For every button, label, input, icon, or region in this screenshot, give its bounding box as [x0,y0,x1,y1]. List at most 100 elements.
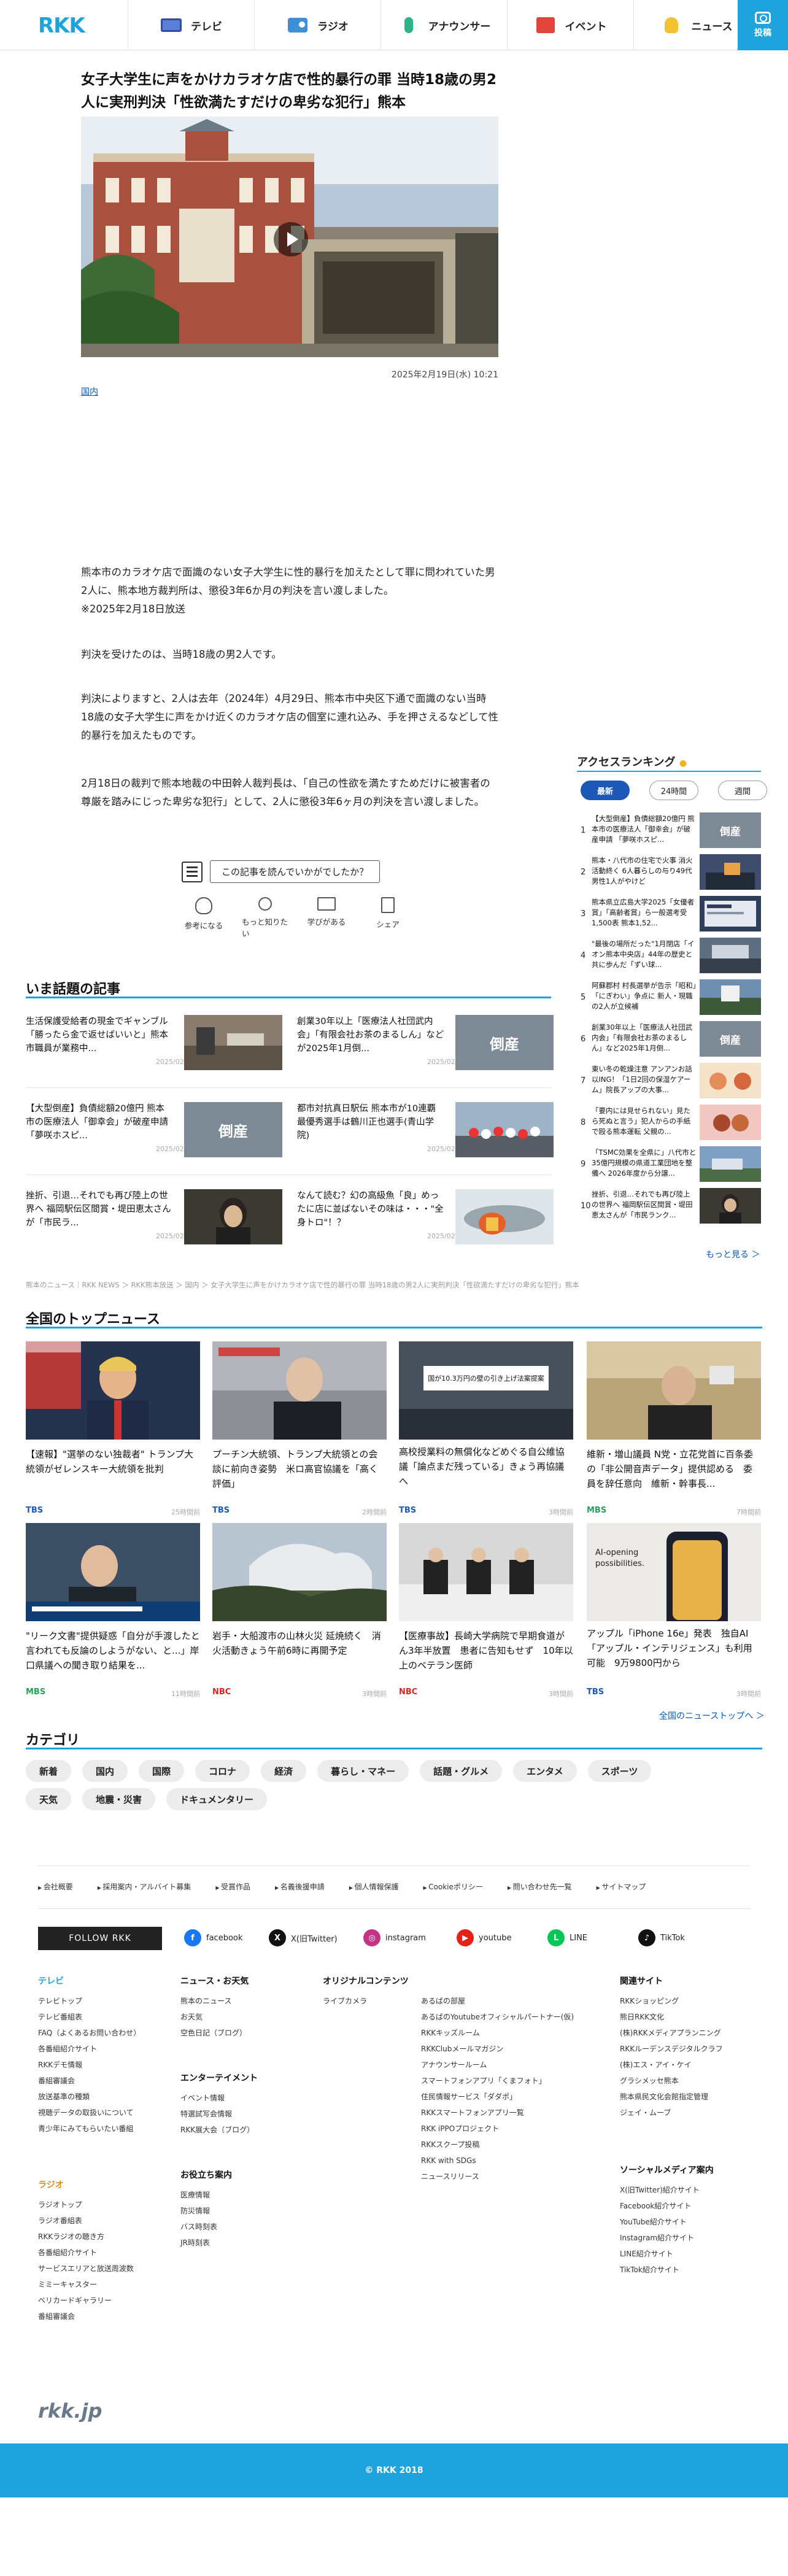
footer-link[interactable]: ベリカードギャラリー [38,2293,134,2308]
footer-link[interactable]: RKKキッズルーム [421,2025,574,2041]
category-chip[interactable]: 暮らし・マネー [317,1760,409,1782]
footer-link[interactable]: アナウンサールーム [421,2057,574,2073]
play-icon[interactable] [274,222,308,256]
share-button[interactable]: シェア [365,897,411,939]
category-chip[interactable]: 国内 [82,1760,128,1782]
ranking-tab-latest[interactable]: 最新 [581,781,630,800]
footer-link[interactable]: 熊本のニュース [180,1993,249,2009]
ranking-item[interactable]: 8 「要内には見せられない」見たら死ぬと言う」犯人からの手紙で殴る熊本運転 父親の… [577,1105,761,1144]
category-chip[interactable]: エンタメ [513,1760,577,1782]
footer-link[interactable]: グラシメッセ熊本 [620,2073,723,2089]
news-card[interactable]: 岩手・大船渡市の山林火災 延焼続く 消火活動きょう午前6時に再開予定 NBC 3… [212,1523,387,1705]
news-card[interactable]: "リーク文書"提供疑惑「自分が手渡したと言われても反論のしようがない、と...」… [26,1523,200,1705]
ranking-item[interactable]: 10 挫折、引退…それでも再び陸上の世界へ 福岡駅伝区間賞・堤田恵太さんが「市民ラ… [577,1188,761,1227]
footer-link[interactable]: 問い合わせ先一覧 [508,1881,572,1892]
ranking-more-link[interactable]: もっと見る ＞ [706,1248,760,1260]
reaction-useful-button[interactable]: 参考になる [180,897,227,939]
news-card[interactable]: 国が10.3万円の壁の引き上げ法案提案 高校授業料の無償化などめぐる自公維協議「… [399,1341,573,1523]
footer-link[interactable]: ミミーキャスター [38,2277,134,2293]
category-chip[interactable]: ドキュメンタリー [166,1788,268,1810]
footer-link[interactable]: スマートフォンアプリ「くまフォト」 [421,2073,574,2089]
footer-link[interactable]: テレビトップ [38,1993,141,2009]
nav-tv[interactable]: テレビ [128,0,254,50]
footer-link[interactable]: あるばの部屋 [421,1993,574,2009]
popular-article[interactable]: 都市対抗真日駅伝 熊本市が10連覇 最優秀選手は鶴川正也選手(青山学院) 202… [297,1102,565,1161]
news-card[interactable]: 【速報】"選挙のない独裁者" トランプ大統領がゼレンスキー大統領を批判 TBS … [26,1341,200,1523]
nav-announcer[interactable]: アナウンサー [380,0,507,50]
popular-article[interactable]: なんて読む？幻の高級魚「良」めったに店に並ばないその味は・・・"全身トロ"！？ … [297,1189,565,1248]
news-card[interactable]: 【医療事故】長崎大学病院で早期食道がん3年半放置 患者に告知もせず 10年以上の… [399,1523,573,1705]
footer-link[interactable]: RKKルーデンスデジタルクラフ [620,2041,723,2057]
footer-link[interactable]: RKKスマートフォンアプリ一覧 [421,2105,574,2121]
footer-link[interactable]: ニュースリリース [421,2169,574,2185]
footer-logo[interactable]: rkk.jp [38,2399,102,2423]
footer-link[interactable]: テレビ番組表 [38,2009,141,2025]
category-chip[interactable]: コロナ [195,1760,250,1782]
ranking-item[interactable]: 2 熊本・八代市の住宅で火事 消火活動終く 6人暮らしの与り49代男性1人がやけど [577,854,761,893]
footer-link[interactable]: (株)エス・アイ・ケイ [620,2057,723,2073]
footer-link[interactable]: 名義後援申請 [275,1881,325,1892]
footer-link[interactable]: LINE紹介サイト [620,2246,714,2262]
footer-link[interactable]: Facebook紹介サイト [620,2198,714,2214]
footer-link[interactable]: FAQ（よくあるお問い合わせ） [38,2025,141,2041]
sns-youtube-link[interactable]: ▶ youtube [457,1929,511,1946]
sns-line-link[interactable]: L LINE [547,1929,587,1946]
ranking-item[interactable]: 9 「TSMC効果を全県に」八代市と35億円規模の県道工業団地を整備へ 2026年… [577,1146,761,1186]
footer-link[interactable]: RKKスクープ投稿 [421,2137,574,2153]
footer-link[interactable]: 受賞作品 [215,1881,250,1892]
ranking-item[interactable]: 1 【大型倒産】負債総額20億円 熊本市の医療法人「御幸会」が破産申請 「夢咲ホス… [577,812,761,852]
footer-link[interactable]: サービスエリアと放送周波数 [38,2261,134,2277]
footer-link[interactable]: 視聴データの取扱いについて [38,2105,141,2121]
footer-link[interactable]: 熊本県民文化会館指定管理 [620,2089,723,2105]
footer-link[interactable]: RKKClubメールマガジン [421,2041,574,2057]
footer-link[interactable]: 番組審議会 [38,2073,141,2089]
ranking-tab-24h[interactable]: 24時間 [649,781,698,800]
footer-link[interactable]: ライブカメラ [323,1993,409,2009]
footer-link[interactable]: Instagram紹介サイト [620,2230,714,2246]
reaction-learn-button[interactable]: 学びがある [303,897,350,939]
popular-article[interactable]: 【大型倒産】負債総額20億円 熊本市の医療法人「御幸会」が破産申請 「夢咲ホスピ… [26,1102,293,1161]
category-chip[interactable]: 地震・災害 [82,1788,156,1810]
footer-link[interactable]: ジェイ・ムーブ [620,2105,723,2121]
rkk-logo[interactable]: RKK [38,13,85,38]
reaction-more-button[interactable]: もっと知りたい [242,897,288,939]
sns-instagram-link[interactable]: ◎ instagram [363,1929,426,1946]
footer-link[interactable]: X(旧Twitter)紹介サイト [620,2182,714,2198]
footer-link[interactable]: RKK iPPOプロジェクト [421,2121,574,2137]
footer-link[interactable]: YouTube紹介サイト [620,2214,714,2230]
nav-radio[interactable]: ラジオ [254,0,380,50]
sns-facebook-link[interactable]: f facebook [184,1929,242,1946]
footer-link[interactable]: 各番組紹介サイト [38,2041,141,2057]
category-chip[interactable]: 天気 [26,1788,72,1810]
footer-link[interactable]: 採用案内・アルバイト募集 [98,1881,191,1892]
footer-link[interactable]: (株)RKKメディアプランニング [620,2025,723,2041]
article-category-link[interactable]: 国内 [81,385,98,398]
footer-link[interactable]: RKK with SDGs [421,2153,574,2169]
post-button[interactable]: 投稿 [738,0,788,50]
footer-link[interactable]: 熊日RKK文化 [620,2009,723,2025]
footer-link[interactable]: 特選試写会情報 [180,2106,258,2122]
category-chip[interactable]: 経済 [261,1760,307,1782]
footer-link[interactable]: ラジオ番組表 [38,2213,134,2229]
category-chip[interactable]: 国際 [139,1760,185,1782]
footer-link[interactable]: 各番組紹介サイト [38,2245,134,2261]
ranking-item[interactable]: 6 創業30年以上「医療法人社団武内会」「有限会社お茶のまるしん」など2025年1… [577,1021,761,1060]
category-chip[interactable]: スポーツ [587,1760,652,1782]
footer-link[interactable]: 空色日記（ブログ） [180,2025,249,2041]
ranking-item[interactable]: 7 東い冬の乾燥注意 アンアンお話以ING！「1日2回の保湿ケアーム」院長アップの… [577,1063,761,1102]
footer-link[interactable]: 放送基準の種類 [38,2089,141,2105]
sns-tiktok-link[interactable]: ♪ TikTok [638,1929,685,1946]
popular-article[interactable]: 挫折、引退…それでも再び陸上の世界へ 福岡駅伝区間賞・堤田恵太さんが「市民ラ..… [26,1189,293,1248]
footer-link[interactable]: 番組審議会 [38,2308,134,2324]
footer-link[interactable]: バス時刻表 [180,2219,232,2235]
footer-link[interactable]: 防災情報 [180,2203,232,2219]
footer-link[interactable]: あるばのYoutubeオフィシャルパートナー(仮) [421,2009,574,2025]
footer-link[interactable]: お天気 [180,2009,249,2025]
footer-link[interactable]: TikTok紹介サイト [620,2262,714,2278]
breadcrumb[interactable]: 熊本のニュース｜RKK NEWS ＞ RKK熊本放送 ＞ 国内 ＞ 女子大学生に… [26,1280,590,1290]
footer-link[interactable]: 個人情報保護 [349,1881,398,1892]
news-card[interactable]: プーチン大統領、トランプ大統領との会談に前向き姿勢 米ロ高官協議を「高く評価」 … [212,1341,387,1523]
footer-link[interactable]: Cookieポリシー [423,1881,483,1892]
news-card[interactable]: AI-opening possibilities. アップル「iPhone 16… [587,1523,761,1705]
ranking-tab-weekly[interactable]: 週間 [718,781,767,800]
